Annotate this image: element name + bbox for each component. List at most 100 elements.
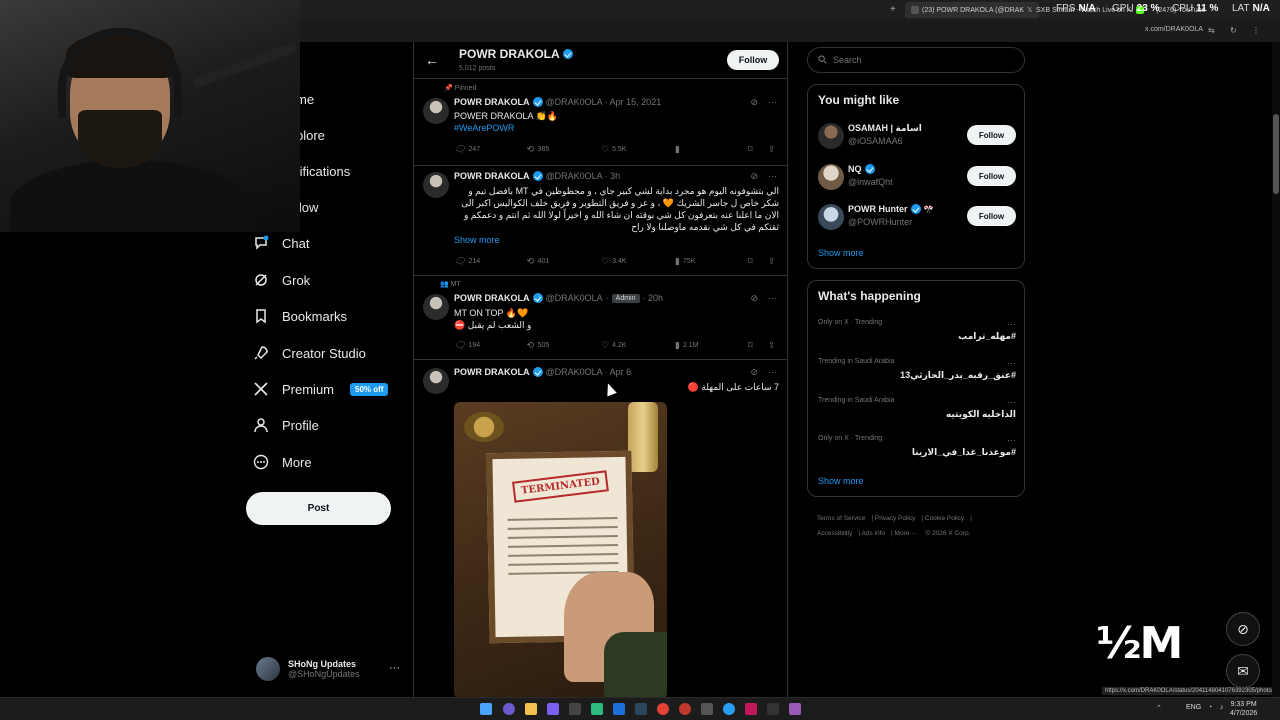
folder-icon[interactable] bbox=[525, 703, 537, 715]
suggestion-item[interactable]: OSAMAH | اسامة @iOSAMAA6 Follow bbox=[818, 121, 1016, 151]
refresh-icon[interactable]: ↻ bbox=[1230, 26, 1237, 35]
suggestion-item[interactable]: POWR Hunter 🎌 @POWRHunter Follow bbox=[818, 202, 1016, 232]
app-icon[interactable] bbox=[569, 703, 581, 715]
like-button[interactable]: ♡ 3.4K bbox=[601, 256, 626, 267]
hashtag-link[interactable]: #WeArePOWR bbox=[454, 122, 779, 134]
repost-button[interactable]: ⟲ 505 bbox=[527, 340, 549, 351]
avatar[interactable] bbox=[423, 98, 449, 124]
more-icon[interactable]: ··· bbox=[389, 662, 400, 674]
footer-link[interactable]: Accessibility bbox=[817, 530, 852, 537]
nav-item-bookmarks[interactable]: Bookmarks bbox=[252, 303, 347, 329]
reply-button[interactable]: 🗨 194 bbox=[454, 340, 480, 351]
tweet[interactable]: 👥 MT POWR DRAKOLA @DRAK0OLA · Admin · 20… bbox=[414, 276, 787, 360]
more-icon[interactable]: ··· bbox=[768, 293, 777, 304]
suggestion-item[interactable]: NQ @inwafQht Follow bbox=[818, 162, 1016, 192]
show-more-link[interactable]: Show more bbox=[454, 235, 500, 245]
tweet[interactable]: 📌 Pinned POWR DRAKOLA @DRAK0OLA · Apr 15… bbox=[414, 80, 787, 166]
browser-tab-x[interactable]: (23) POWR DRAKOLA (@DRAK 𝕏 bbox=[905, 2, 1039, 18]
like-button[interactable]: ♡ 5.5K bbox=[601, 144, 626, 155]
avatar[interactable] bbox=[423, 294, 449, 320]
grok-icon[interactable]: ⊘ bbox=[750, 97, 758, 108]
menu-icon[interactable]: ⋮ bbox=[1252, 26, 1260, 35]
tweet[interactable]: POWR DRAKOLA @DRAK0OLA · Apr 6 ⊘ ··· 7 س… bbox=[414, 360, 787, 697]
more-icon[interactable]: ··· bbox=[1007, 358, 1016, 368]
more-icon[interactable]: ··· bbox=[1007, 397, 1016, 407]
app-icon[interactable] bbox=[745, 703, 757, 715]
nav-item-creator-studio[interactable]: Creator Studio bbox=[252, 340, 366, 366]
views-button[interactable]: ▮ 2.1M bbox=[675, 340, 699, 351]
translate-icon[interactable]: ⇆ bbox=[1208, 26, 1215, 35]
message-icon[interactable]: ✉ bbox=[1226, 654, 1260, 688]
post-button[interactable]: Post bbox=[246, 492, 391, 525]
nav-item-grok[interactable]: Grok bbox=[252, 267, 310, 293]
nav-item-profile[interactable]: Profile bbox=[252, 412, 319, 438]
scrollbar[interactable] bbox=[1272, 42, 1280, 697]
like-button[interactable]: ♡ 4.2K bbox=[601, 340, 626, 351]
views-button[interactable]: ▮ 75K bbox=[675, 256, 695, 267]
footer-link[interactable]: Cookie Policy bbox=[925, 515, 964, 522]
views-icon[interactable]: ▮ bbox=[675, 144, 680, 155]
steam-icon[interactable] bbox=[635, 703, 647, 715]
bookmark-icon[interactable]: ⌑ bbox=[748, 144, 753, 155]
address-bar[interactable]: x.com/DRAK0OLA ⇆ ↻ ⋮ bbox=[300, 20, 1280, 42]
chrome-icon[interactable] bbox=[657, 703, 669, 715]
app-icon[interactable] bbox=[547, 703, 559, 715]
share-icon[interactable]: ⇪ bbox=[768, 256, 776, 267]
repost-button[interactable]: ⟲ 401 bbox=[527, 256, 549, 267]
windows-start-icon[interactable] bbox=[480, 703, 492, 715]
avatar[interactable] bbox=[423, 368, 449, 394]
reply-button[interactable]: 🗨 214 bbox=[454, 256, 480, 267]
back-arrow-icon[interactable]: ← bbox=[425, 52, 439, 68]
account-switcher[interactable]: SHoNg Updates @SHoNgUpdates ··· bbox=[256, 654, 406, 684]
footer-link[interactable]: Privacy Policy bbox=[875, 515, 915, 522]
grok-icon[interactable]: ⊘ bbox=[750, 171, 758, 182]
app-icon[interactable] bbox=[591, 703, 603, 715]
app-icon[interactable] bbox=[701, 703, 713, 715]
edge-icon[interactable] bbox=[723, 703, 735, 715]
show-more-link[interactable]: Show more bbox=[818, 476, 864, 486]
app-icon[interactable] bbox=[503, 703, 515, 715]
wifi-icon[interactable]: ◔ bbox=[1208, 704, 1212, 711]
more-icon[interactable]: ··· bbox=[768, 367, 777, 378]
app-icon[interactable] bbox=[613, 703, 625, 715]
scrollbar-thumb[interactable] bbox=[1273, 114, 1279, 194]
repost-button[interactable]: ⟲ 385 bbox=[527, 144, 549, 155]
opera-icon[interactable] bbox=[679, 703, 691, 715]
grok-icon[interactable]: ⊘ bbox=[1226, 612, 1260, 646]
language-indicator[interactable]: ENG bbox=[1186, 704, 1201, 711]
search-box[interactable] bbox=[807, 47, 1025, 73]
nav-item-notifications[interactable]: tifications bbox=[296, 158, 350, 184]
app-icon[interactable] bbox=[767, 703, 779, 715]
grok-icon[interactable]: ⊘ bbox=[750, 293, 758, 304]
system-clock[interactable]: 9:33 PM 4/7/2026 bbox=[1230, 700, 1257, 718]
bookmark-icon[interactable]: ⌑ bbox=[748, 340, 753, 351]
footer-link[interactable]: More ··· bbox=[895, 530, 918, 537]
more-icon[interactable]: ··· bbox=[768, 97, 777, 108]
tweet[interactable]: POWR DRAKOLA @DRAK0OLA · 3h ⊘ ··· الي بت… bbox=[414, 166, 787, 276]
more-icon[interactable]: ··· bbox=[768, 171, 777, 182]
tray-chevron-icon[interactable]: ⌃ bbox=[1156, 704, 1162, 712]
trend-item[interactable]: Trending in Saudi Arabia ··· الداخليه ال… bbox=[818, 397, 1016, 433]
search-input[interactable] bbox=[833, 55, 1003, 65]
share-icon[interactable]: ⇪ bbox=[768, 340, 776, 351]
nav-item-premium[interactable]: Premium 50% off bbox=[252, 376, 389, 402]
trend-item[interactable]: Trending in Saudi Arabia ··· #عنق_رقبه_ب… bbox=[818, 358, 1016, 394]
bookmark-icon[interactable]: ⌑ bbox=[748, 256, 753, 267]
follow-button[interactable]: Follow bbox=[967, 166, 1016, 186]
avatar[interactable] bbox=[423, 172, 449, 198]
follow-button[interactable]: Follow bbox=[967, 125, 1016, 145]
nav-item-more[interactable]: More bbox=[252, 449, 312, 475]
trend-item[interactable]: Only on X · Trending ··· #مهله_ترامب bbox=[818, 319, 1016, 355]
share-icon[interactable]: ⇪ bbox=[768, 144, 776, 155]
more-icon[interactable]: ··· bbox=[1007, 319, 1016, 329]
tweet-image[interactable]: TERMINATED bbox=[454, 402, 667, 697]
follow-button[interactable]: Follow bbox=[727, 50, 779, 70]
follow-button[interactable]: Follow bbox=[967, 206, 1016, 226]
new-tab-button[interactable]: + bbox=[890, 4, 896, 15]
nav-item-explore[interactable]: plore bbox=[296, 122, 325, 148]
nav-item-chat[interactable]: Chat bbox=[252, 230, 309, 256]
grok-icon[interactable]: ⊘ bbox=[750, 367, 758, 378]
more-icon[interactable]: ··· bbox=[1007, 435, 1016, 445]
show-more-link[interactable]: Show more bbox=[818, 248, 864, 258]
footer-link[interactable]: Terms of Service bbox=[817, 515, 865, 522]
